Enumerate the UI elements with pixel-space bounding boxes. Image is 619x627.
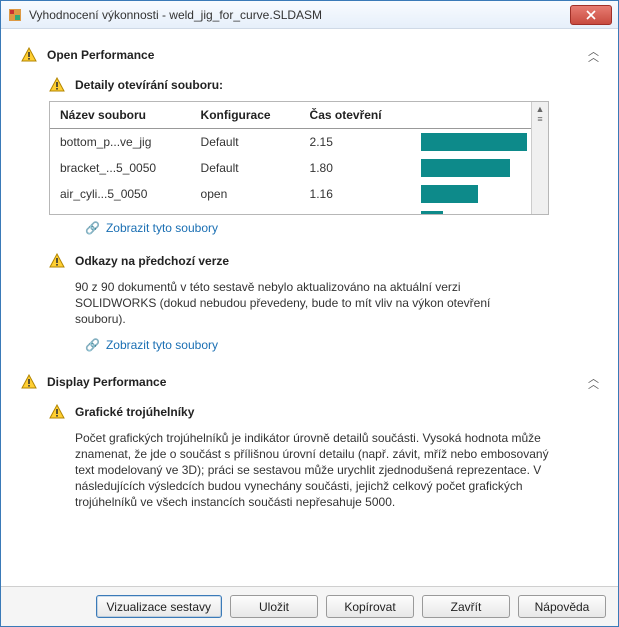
- file-open-table: Název souboru Konfigurace Čas otevření b…: [49, 101, 549, 215]
- time-bar: [421, 211, 443, 214]
- window-close-button[interactable]: [570, 5, 612, 25]
- save-button[interactable]: Uložit: [230, 595, 318, 618]
- table-row[interactable]: bracket_...5_0050 Default 1.80: [50, 155, 531, 181]
- collapse-icon[interactable]: ︿︿: [588, 376, 598, 388]
- scroll-grip-icon: ≡: [537, 114, 542, 124]
- titlebar: Vyhodnocení výkonnosti - weld_jig_for_cu…: [1, 1, 618, 29]
- scroll-up-icon: ▲: [536, 104, 545, 114]
- table-scrollbar[interactable]: ▲ ≡: [531, 102, 548, 214]
- file-open-details-title: Detaily otevírání souboru:: [75, 78, 223, 92]
- warning-icon: [49, 77, 65, 93]
- col-name[interactable]: Název souboru: [50, 102, 191, 129]
- cell-config: Default: [191, 155, 300, 181]
- previous-versions-header: Odkazy na předchozí verze: [49, 253, 598, 269]
- cell-config: open: [191, 181, 300, 207]
- cell-time: 1.16: [300, 181, 411, 207]
- window-title: Vyhodnocení výkonnosti - weld_jig_for_cu…: [29, 8, 570, 22]
- col-bar: [411, 102, 531, 129]
- button-bar: Vizualizace sestavy Uložit Kopírovat Zav…: [1, 586, 618, 626]
- warning-icon: [21, 374, 37, 390]
- section-title: Display Performance: [47, 375, 578, 389]
- show-files-link-row: 🔗 Zobrazit tyto soubory: [49, 215, 598, 235]
- show-prev-files-link[interactable]: Zobrazit tyto soubory: [106, 338, 218, 352]
- table-header-row: Název souboru Konfigurace Čas otevření: [50, 102, 531, 129]
- time-bar: [421, 185, 478, 203]
- cell-config: Default: [191, 129, 300, 156]
- file-open-details-header: Detaily otevírání souboru:: [49, 77, 598, 93]
- show-files-link-row-2: 🔗 Zobrazit tyto soubory: [49, 332, 598, 352]
- warning-icon: [21, 47, 37, 63]
- show-files-link[interactable]: Zobrazit tyto soubory: [106, 221, 218, 235]
- previous-versions-text: 90 z 90 dokumentů v této sestavě nebylo …: [49, 277, 549, 332]
- cell-time: 2.15: [300, 129, 411, 156]
- cell-name: bottom_p...ve_jig: [50, 129, 191, 156]
- section-display-performance[interactable]: Display Performance ︿︿: [21, 370, 598, 394]
- cell-name: bracket_...5_0050: [50, 155, 191, 181]
- visualize-assembly-button[interactable]: Vizualizace sestavy: [96, 595, 223, 618]
- content-area: Open Performance ︿︿ Detaily otevírání so…: [1, 29, 618, 586]
- table-row[interactable]: air_cyli...5_0050 open 1.16: [50, 181, 531, 207]
- cell-name: air_cyli...5_0050: [50, 181, 191, 207]
- graphics-triangles-header: Grafické trojúhelníky: [49, 404, 598, 420]
- app-icon: [7, 7, 23, 23]
- cell-time: 0.45: [300, 207, 411, 214]
- close-button[interactable]: Zavřít: [422, 595, 510, 618]
- previous-versions-title: Odkazy na předchozí verze: [75, 254, 229, 268]
- table-row[interactable]: air_cyli...50_080 Default 0.45: [50, 207, 531, 214]
- copy-button[interactable]: Kopírovat: [326, 595, 414, 618]
- display-performance-body: Grafické trojúhelníky Počet grafických t…: [21, 394, 598, 533]
- time-bar: [421, 159, 510, 177]
- open-performance-body: Detaily otevírání souboru: Název souboru…: [21, 67, 598, 370]
- section-title: Open Performance: [47, 48, 578, 62]
- graphics-triangles-text: Počet grafických trojúhelníků je indikát…: [49, 428, 569, 515]
- help-button[interactable]: Nápověda: [518, 595, 606, 618]
- cell-config: Default: [191, 207, 300, 214]
- link-icon: 🔗: [85, 338, 100, 352]
- section-open-performance[interactable]: Open Performance ︿︿: [21, 43, 598, 67]
- col-time[interactable]: Čas otevření: [300, 102, 411, 129]
- table-row[interactable]: bottom_p...ve_jig Default 2.15: [50, 129, 531, 156]
- cell-time: 1.80: [300, 155, 411, 181]
- dialog-window: Vyhodnocení výkonnosti - weld_jig_for_cu…: [0, 0, 619, 627]
- time-bar: [421, 133, 527, 151]
- collapse-icon[interactable]: ︿︿: [588, 49, 598, 61]
- warning-icon: [49, 253, 65, 269]
- graphics-triangles-title: Grafické trojúhelníky: [75, 405, 194, 419]
- col-config[interactable]: Konfigurace: [191, 102, 300, 129]
- close-icon: [586, 10, 596, 20]
- warning-icon: [49, 404, 65, 420]
- link-icon: 🔗: [85, 221, 100, 235]
- cell-name: air_cyli...50_080: [50, 207, 191, 214]
